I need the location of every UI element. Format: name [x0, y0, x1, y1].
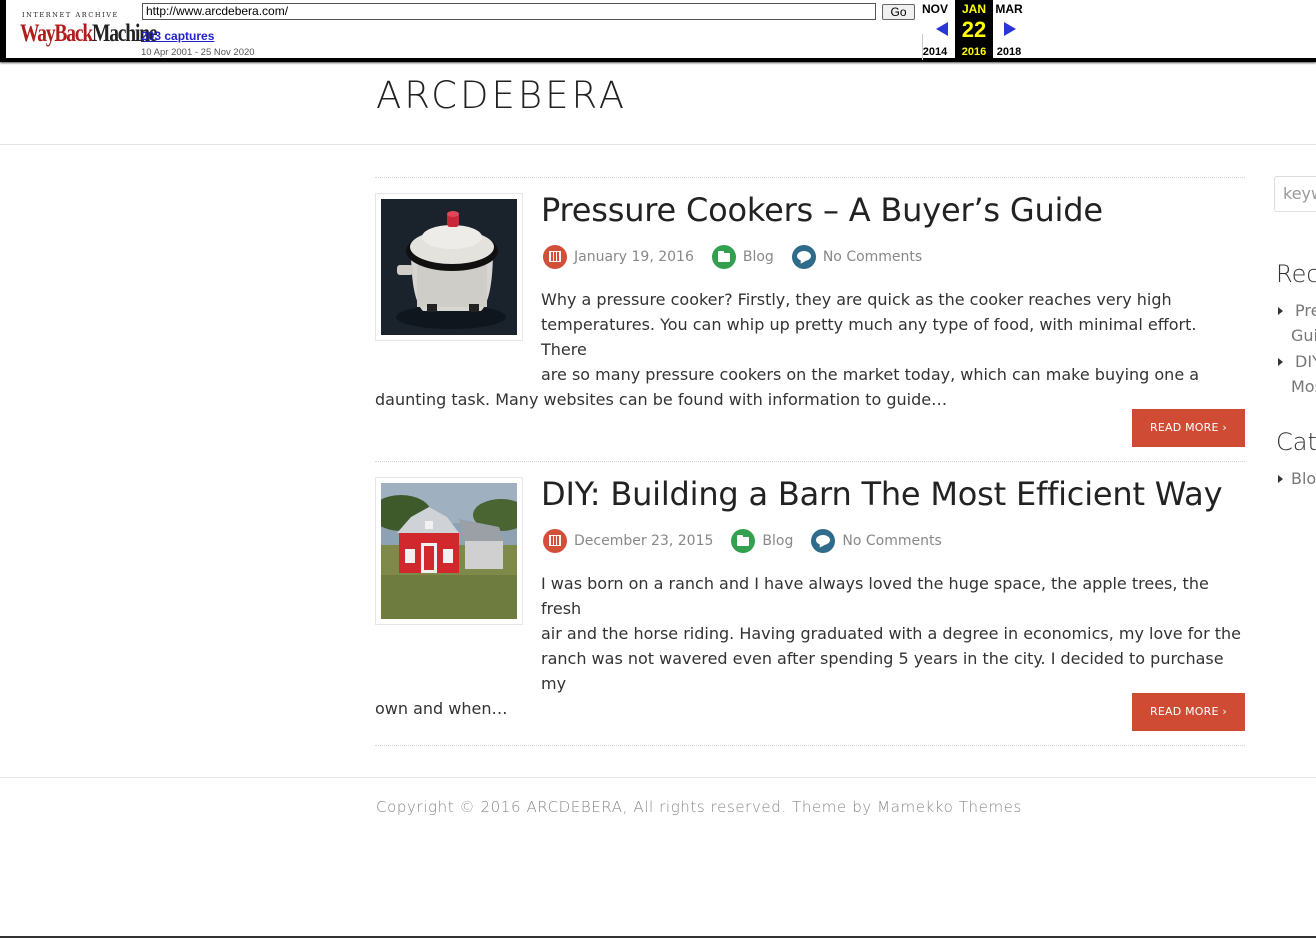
posts-end-divider [375, 745, 1245, 746]
wayback-logo[interactable]: INTERNET ARCHIVE WayBackMachine [20, 9, 158, 51]
comment-icon [811, 529, 836, 553]
categories-heading: Cat [1276, 428, 1316, 456]
search-input[interactable]: keyw [1274, 176, 1316, 212]
comment-icon [791, 245, 816, 269]
post-date[interactable]: January 19, 2016 [574, 249, 694, 265]
calendar-icon [543, 529, 567, 553]
post-divider [375, 177, 1245, 178]
post-category[interactable]: Blog [762, 533, 793, 549]
post-comments[interactable]: No Comments [842, 533, 941, 549]
folder-icon [711, 245, 736, 269]
wayback-go-button[interactable]: Go [882, 4, 915, 20]
recent-posts-heading: Rec [1276, 260, 1316, 288]
post-excerpt: I was born on a ranch and I have always … [375, 574, 1242, 718]
caret-right-icon [1278, 307, 1283, 315]
prev-arrow-icon[interactable] [936, 22, 948, 36]
folder-icon [731, 529, 756, 553]
current-capture: JAN 22 2016 [955, 0, 993, 58]
post-title[interactable]: Pressure Cookers – A Buyer’s Guide [541, 191, 1103, 229]
post-category[interactable]: Blog [743, 249, 774, 265]
wayback-url-input[interactable]: http://www.arcdebera.com/ [142, 3, 876, 20]
site-title[interactable]: ARCDEBERA [376, 74, 627, 117]
footer-divider [0, 777, 1316, 778]
calendar-icon [543, 245, 567, 269]
footer-copyright: Copyright © 2016 ARCDEBERA, All rights r… [376, 798, 1022, 816]
next-capture[interactable]: MAR 2018 [990, 0, 1028, 58]
post-divider [375, 461, 1245, 462]
post-excerpt: Why a pressure cooker? Firstly, they are… [375, 290, 1200, 409]
header-divider [0, 144, 1316, 145]
prev-capture[interactable]: NOV 2014 [916, 0, 954, 58]
captures-link[interactable]: 203 captures [141, 29, 214, 43]
read-more-button[interactable]: READ MORE › [1132, 409, 1245, 447]
post-meta: January 19, 2016 Blog No Comments [543, 245, 940, 269]
wayback-toolbar: INTERNET ARCHIVE WayBackMachine http://w… [0, 0, 1316, 62]
read-more-button[interactable]: READ MORE › [1132, 693, 1245, 731]
post-title[interactable]: DIY: Building a Barn The Most Efficient … [541, 475, 1223, 513]
post-date[interactable]: December 23, 2015 [574, 533, 713, 549]
caret-right-icon [1278, 475, 1283, 483]
post-meta: December 23, 2015 Blog No Comments [543, 529, 960, 553]
capture-range: 10 Apr 2001 - 25 Nov 2020 [141, 47, 255, 58]
caret-right-icon [1278, 358, 1283, 366]
post-comments[interactable]: No Comments [823, 249, 922, 265]
